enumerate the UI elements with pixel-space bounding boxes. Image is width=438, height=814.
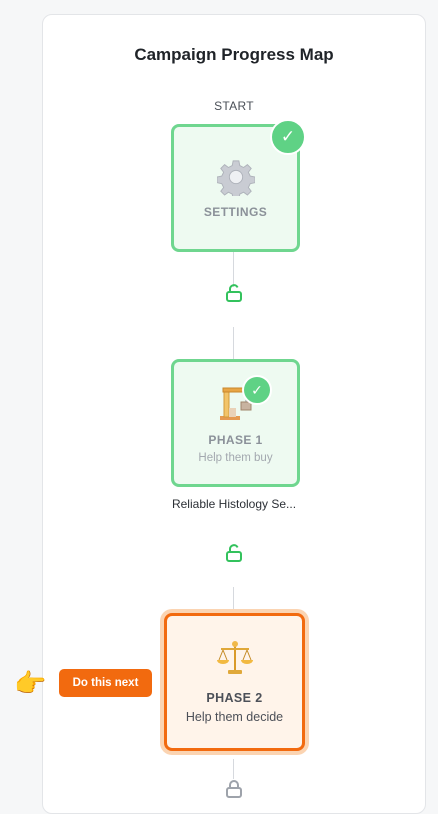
step-card-phase-2[interactable]: PHASE 2 Help them decide: [164, 613, 305, 751]
step-card-phase-1[interactable]: PHASE 1 Help them buy: [171, 359, 300, 487]
start-label: START: [214, 99, 254, 113]
step-subtitle: Help them decide: [185, 710, 284, 724]
step-caption: Reliable Histology Se...: [171, 497, 297, 511]
step-title: PHASE 2: [206, 691, 263, 705]
connector-line: [233, 759, 234, 779]
locked-icon: [224, 779, 244, 804]
pointing-hand-icon: 👉: [14, 668, 47, 698]
gear-icon: [216, 158, 255, 201]
step-subtitle: Help them buy: [198, 452, 273, 464]
completed-check-icon: ✓: [242, 375, 272, 405]
connector-line: [233, 587, 234, 609]
do-this-next-badge: Do this next: [59, 669, 152, 697]
connector-line: [233, 251, 234, 287]
completed-check-icon: ✓: [270, 119, 306, 155]
scales-icon: [215, 640, 255, 681]
unlocked-icon: [224, 543, 244, 568]
page-title: Campaign Progress Map: [134, 45, 334, 64]
unlocked-icon: [224, 283, 244, 308]
connector-line: [233, 327, 234, 359]
step-title: SETTINGS: [203, 204, 268, 219]
step-title: PHASE 1: [208, 433, 263, 447]
